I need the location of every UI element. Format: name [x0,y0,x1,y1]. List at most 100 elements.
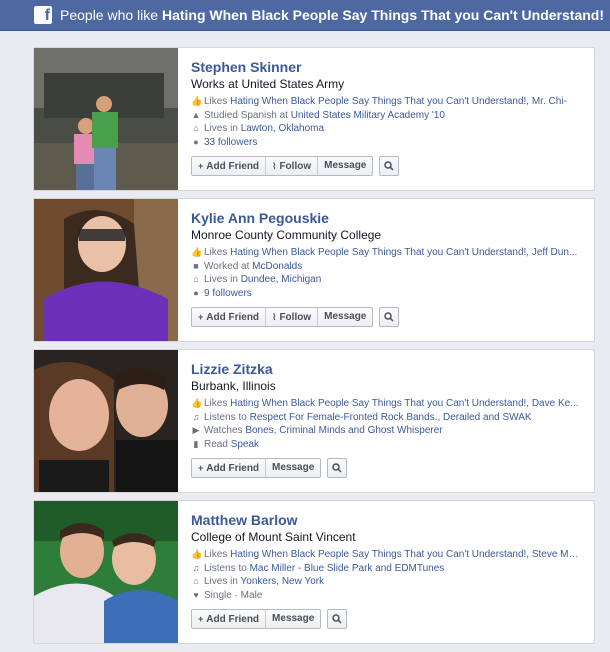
line-link[interactable]: Bones, Criminal Minds and Ghost Whispere… [245,425,442,436]
line-label: Single · Male [204,589,263,601]
page-title: People who like Hating When Black People… [60,7,604,23]
line-link[interactable]: Lawton, Oklahoma [241,123,324,134]
followers-line: ● 9 followers [191,287,579,301]
thumbs-up-icon: 👍 [191,247,203,257]
follow-button[interactable]: ⌇ Follow [266,308,319,326]
person-subtitle: College of Mount Saint Vincent [191,530,356,544]
line-link[interactable]: 9 followers [204,288,252,299]
line-label: Read [204,438,231,450]
line-label: Listens to [204,562,250,574]
followers-icon: ● [193,136,199,147]
line-label: Lives in [204,123,241,134]
line-label: Listens to [204,411,250,423]
message-button[interactable]: Message [266,459,320,477]
line-label: Worked at [204,260,253,272]
likes-line: 👍 Likes Hating When Black People Say Thin… [191,246,579,260]
line-link[interactable]: Hating When Black People Say Things That… [230,96,567,107]
message-button[interactable]: Message [266,610,320,628]
location-line: ⌂ Lives in Yonkers, New York [191,575,579,589]
profile-photo[interactable] [34,199,178,341]
music-line: ♫ Listens to Mac Miller - Blue Slide Park… [191,562,579,576]
line-link[interactable]: Yonkers, New York [241,576,325,587]
message-button[interactable]: Message [318,157,372,175]
heart-icon: ♥ [193,589,199,600]
education-line: ▲ Studied Spanish at United States Milita… [191,109,579,123]
line-link[interactable]: Dundee, Michigan [241,274,322,285]
person-subtitle: Burbank, Illinois [191,379,276,393]
search-button[interactable] [379,156,400,176]
home-icon: ⌂ [193,576,199,586]
line-link[interactable]: United States Military Academy '10 [291,110,445,121]
likes-line: 👍 Likes Hating When Black People Say Thin… [191,397,579,411]
result-card: Stephen Skinner Works at United States A… [33,47,595,191]
button-label: Message [272,462,315,473]
message-button[interactable]: Message [318,308,372,326]
person-name[interactable]: Stephen Skinner [191,58,594,76]
profile-photo[interactable] [34,48,178,190]
likes-line: 👍 Likes Hating When Black People Say Thin… [191,95,579,109]
search-results-header: f People who like Hating When Black Peop… [0,0,610,31]
results-list: Stephen Skinner Works at United States A… [33,47,595,651]
person-subtitle: Monroe County Community College [191,228,382,242]
title-prefix: People who like [60,7,162,23]
location-line: ⌂ Lives in Lawton, Oklahoma [191,122,579,136]
music-icon: ♫ [192,411,200,422]
button-label: Add Friend [206,463,260,474]
line-link[interactable]: Hating When Black People Say Things That… [230,549,579,560]
line-link[interactable]: Hating When Black People Say Things That… [230,247,577,258]
line-label: Likes [204,247,231,258]
add-friend-button[interactable]: + Add Friend [192,459,267,477]
facebook-logo-icon[interactable]: f [34,6,52,24]
tv-line: ▶ Watches Bones, Criminal Minds and Ghost… [191,424,579,438]
line-link[interactable]: Respect For Female-Fronted Rock Bands., … [250,412,532,423]
home-icon: ⌂ [193,123,199,133]
music-icon: ♫ [192,562,200,573]
add-friend-icon: + [198,312,204,322]
line-link[interactable]: 33 followers [204,137,257,148]
add-friend-button[interactable]: + Add Friend [192,308,267,326]
rss-icon: ⌇ [272,312,277,322]
line-label: Likes [204,96,231,107]
location-line: ⌂ Lives in Dundee, Michigan [191,273,579,287]
button-label: Follow [279,312,312,323]
search-button[interactable] [327,458,348,478]
add-friend-button[interactable]: + Add Friend [192,610,267,628]
thumbs-up-icon: 👍 [191,398,203,408]
work-line: ■ Worked at McDonalds [191,260,579,274]
line-link[interactable]: Speak [231,439,259,450]
thumbs-up-icon: 👍 [191,96,203,106]
add-friend-button[interactable]: + Add Friend [192,157,267,175]
search-icon [384,161,394,171]
home-icon: ⌂ [193,274,199,284]
action-buttons: + Add Friend Message [191,609,322,629]
button-label: Add Friend [206,614,260,625]
title-page-name[interactable]: Hating When Black People Say Things That… [162,7,604,23]
line-link[interactable]: Hating When Black People Say Things That… [230,398,578,409]
person-name[interactable]: Kylie Ann Pegouskie [191,209,594,227]
profile-photo[interactable] [34,501,178,643]
action-buttons: + Add Friend Message [191,458,322,478]
search-icon [332,463,342,473]
result-card: Kylie Ann Pegouskie Monroe County Commun… [33,198,595,342]
button-label: Message [324,311,367,322]
line-label: Lives in [204,274,241,285]
follow-button[interactable]: ⌇ Follow [266,157,319,175]
button-label: Follow [279,161,312,172]
line-link[interactable]: Mac Miller - Blue Slide Park and EDMTune… [250,563,445,574]
button-label: Add Friend [206,312,260,323]
book-icon: ▮ [193,438,199,449]
search-button[interactable] [379,307,400,327]
briefcase-icon: ■ [193,260,199,271]
line-link[interactable]: McDonalds [252,261,302,272]
search-icon [332,614,342,624]
person-name[interactable]: Lizzie Zitzka [191,360,594,378]
likes-line: 👍 Likes Hating When Black People Say Thin… [191,548,579,562]
profile-photo[interactable] [34,350,178,492]
books-line: ▮ Read Speak [191,438,579,452]
person-name[interactable]: Matthew Barlow [191,511,594,529]
music-line: ♫ Listens to Respect For Female-Fronted R… [191,411,579,425]
rss-icon: ⌇ [272,161,277,171]
followers-line: ● 33 followers [191,136,579,150]
followers-icon: ● [193,287,199,298]
search-button[interactable] [327,609,348,629]
